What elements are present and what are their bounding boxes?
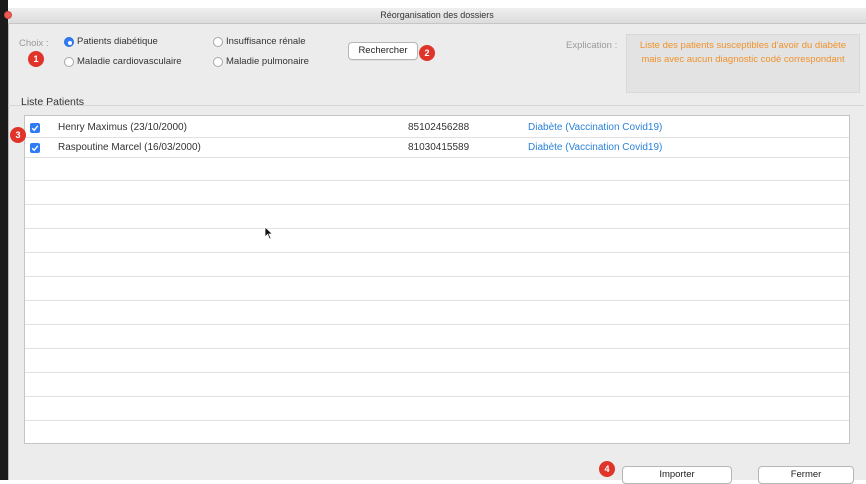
patient-reason-link[interactable]: Diabète (Vaccination Covid19) [528, 122, 662, 133]
patient-number: 85102456288 [408, 122, 470, 133]
step-badge-3: 3 [10, 127, 26, 143]
choice-label: Choix : [19, 38, 49, 49]
list-row-line [25, 204, 849, 205]
radio-maladie-pulmonaire[interactable] [213, 57, 223, 67]
row-checkbox[interactable] [30, 143, 40, 153]
window-title: Réorganisation des dossiers [380, 10, 494, 20]
radio-label-patients-diabetique[interactable]: Patients diabétique [77, 36, 158, 47]
step-badge-2: 2 [419, 45, 435, 61]
patient-name: Raspoutine Marcel (16/03/2000) [58, 142, 201, 153]
step-badge-4: 4 [599, 461, 615, 477]
close-button[interactable]: Fermer [758, 466, 854, 484]
checkmark-icon [31, 145, 39, 152]
search-button[interactable]: Rechercher [348, 42, 418, 60]
radio-label-maladie-cardiovasculaire[interactable]: Maladie cardiovasculaire [77, 56, 182, 67]
list-row-line [25, 276, 849, 277]
radio-maladie-cardiovasculaire[interactable] [64, 57, 74, 67]
checkmark-icon [31, 125, 39, 132]
radio-insuffisance-renale[interactable] [213, 37, 223, 47]
patient-reason-link[interactable]: Diabète (Vaccination Covid19) [528, 142, 662, 153]
radio-patients-diabetique[interactable] [64, 37, 74, 47]
patient-number: 81030415589 [408, 142, 470, 153]
radio-label-insuffisance-renale[interactable]: Insuffisance rénale [226, 36, 306, 47]
list-row-line [25, 420, 849, 421]
radio-label-maladie-pulmonaire[interactable]: Maladie pulmonaire [226, 56, 309, 67]
row-checkbox[interactable] [30, 123, 40, 133]
section-divider [8, 105, 864, 106]
list-row-line [25, 228, 849, 229]
mouse-cursor-icon [264, 226, 274, 240]
import-button[interactable]: Importer [622, 466, 732, 484]
list-row-line [25, 180, 849, 181]
list-row-line [25, 396, 849, 397]
left-edge-strip [0, 0, 8, 480]
list-row-line [25, 372, 849, 373]
list-row-line [25, 252, 849, 253]
list-row-line [25, 300, 849, 301]
list-row-line [25, 324, 849, 325]
list-title: Liste Patients [21, 96, 85, 108]
list-row-line [25, 348, 849, 349]
list-row-line [25, 137, 849, 138]
patient-name: Henry Maximus (23/10/2000) [58, 122, 187, 133]
explanation-text: Liste des patients susceptibles d'avoir … [626, 34, 860, 93]
step-badge-1: 1 [28, 51, 44, 67]
explanation-label: Explication : [566, 40, 618, 51]
list-row-line [25, 157, 849, 158]
patient-list [24, 115, 850, 444]
